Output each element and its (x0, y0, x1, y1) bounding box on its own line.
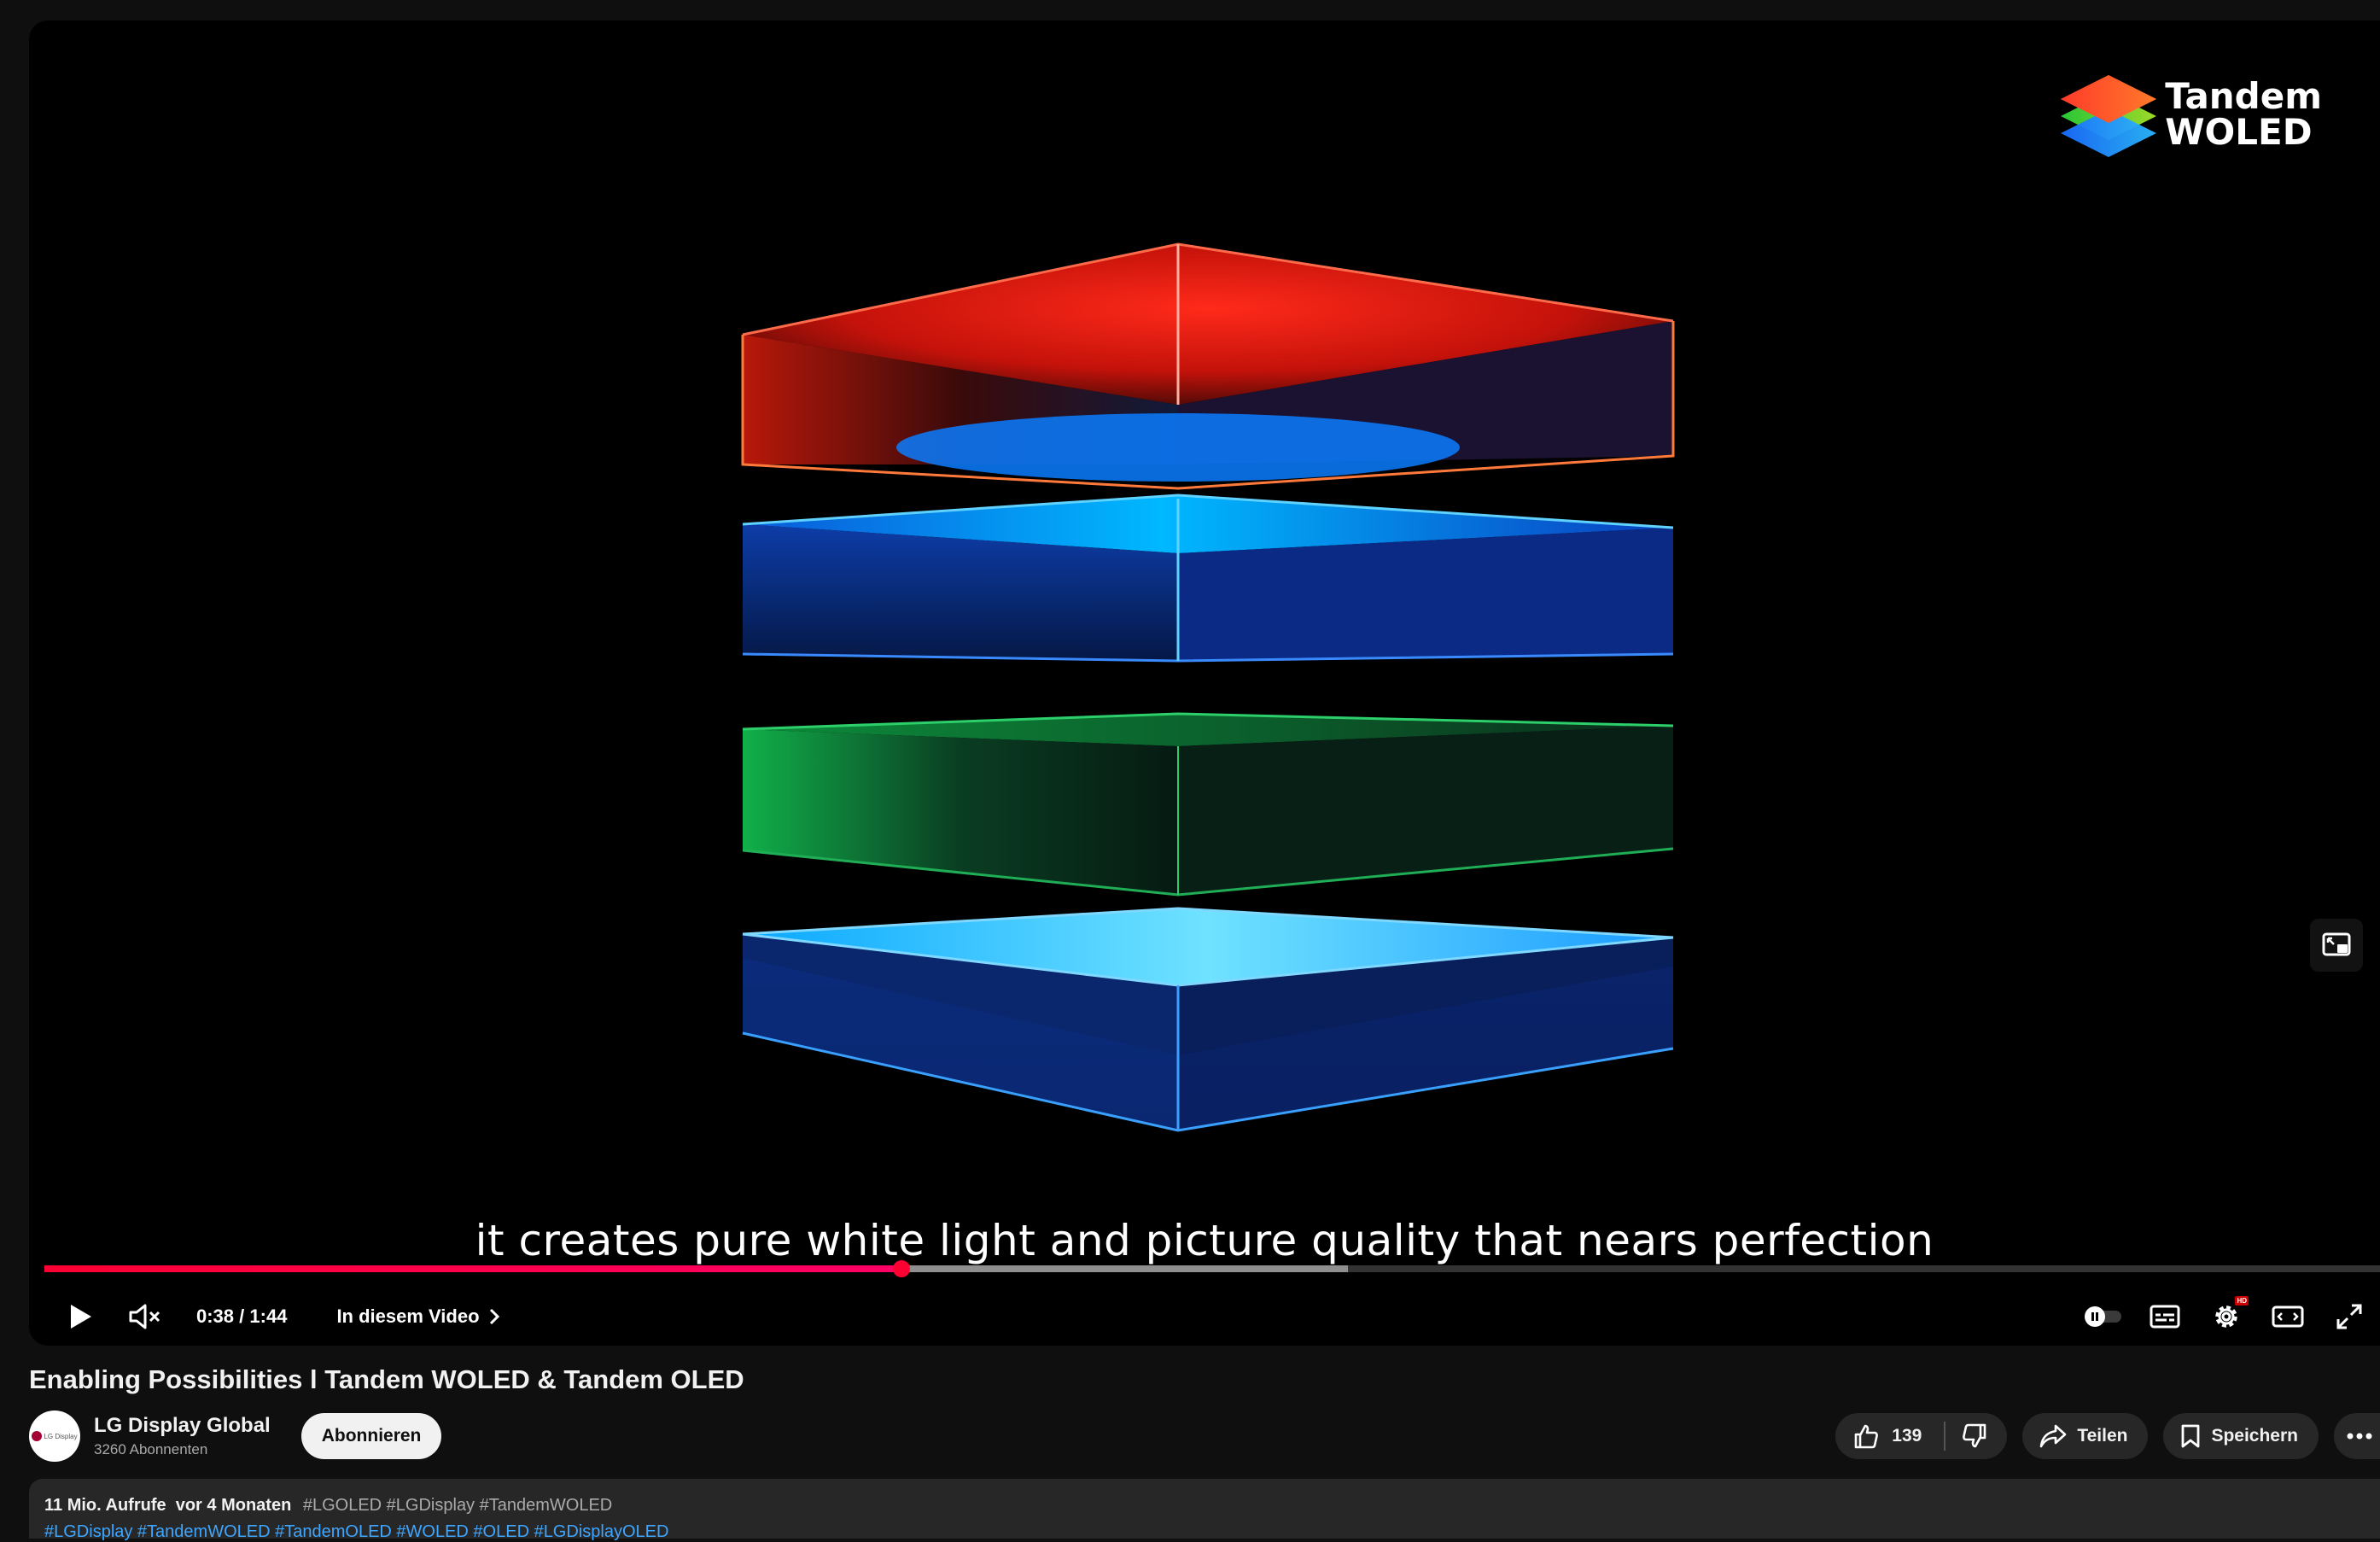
chevron-right-icon (489, 1308, 499, 1325)
settings-icon (2215, 1305, 2237, 1328)
theater-icon (2272, 1305, 2304, 1328)
more-actions-button[interactable] (2334, 1413, 2380, 1459)
hd-badge: HD (2235, 1296, 2249, 1305)
progress-scrubber[interactable] (893, 1260, 911, 1277)
channel-name[interactable]: LG Display Global (94, 1414, 271, 1438)
layer-1-red (741, 242, 1675, 490)
current-time: 0:38 (196, 1305, 235, 1327)
time-display: 0:38 / 1:44 (196, 1288, 287, 1346)
subscriber-count: 3260 Abonnenten (94, 1441, 208, 1457)
player-controls: 0:38 / 1:44 In diesem Video HD (29, 1288, 2380, 1346)
miniplayer-icon (2322, 932, 2351, 956)
fullscreen-icon (2336, 1304, 2362, 1329)
save-label: Speichern (2211, 1426, 2298, 1446)
progress-played (44, 1265, 902, 1272)
mute-icon (129, 1304, 160, 1329)
description-box[interactable]: 11 Mio. Aufrufe vor 4 Monaten #LGOLED #L… (29, 1479, 2380, 1542)
channel-info: LG Display Global 3260 Abonnenten (94, 1414, 271, 1458)
brand-overlay: Tandem WOLED (2165, 79, 2322, 150)
layer-2-blue (742, 494, 1674, 663)
subtitles-icon (2150, 1305, 2180, 1329)
thumbs-up-icon (1854, 1424, 1879, 1449)
miniplayer-button[interactable] (2310, 919, 2363, 972)
video-title: Enabling Possibilities l Tandem WOLED & … (29, 1364, 744, 1394)
subscribe-button[interactable]: Abonnieren (300, 1413, 442, 1459)
description-hashtags[interactable]: #LGOLED #LGDisplay #TandemWOLED (303, 1496, 612, 1515)
play-button[interactable] (55, 1288, 106, 1346)
theater-button[interactable] (2257, 1288, 2319, 1346)
chapters-label: In diesem Video (336, 1305, 480, 1327)
autoplay-toggle-icon (2085, 1306, 2121, 1327)
layer-3-green (742, 712, 1674, 897)
like-button[interactable]: 139 (1852, 1422, 1922, 1450)
play-icon (71, 1305, 91, 1329)
share-label: Teilen (2077, 1426, 2128, 1446)
thumbs-down-icon (1963, 1423, 1986, 1448)
avatar-text: LG Display (44, 1432, 78, 1440)
time-separator: / (234, 1305, 250, 1327)
progress-bar[interactable] (44, 1260, 2380, 1277)
description-hashtags-line-2[interactable]: #LGDisplay #TandemWOLED #TandemOLED #WOL… (44, 1522, 2380, 1542)
duration: 1:44 (249, 1305, 288, 1327)
chapters-button[interactable]: In diesem Video (336, 1288, 499, 1346)
lg-logo-icon (32, 1431, 43, 1441)
like-dislike-group: 139 (1835, 1413, 2008, 1459)
autoplay-toggle[interactable] (2073, 1288, 2134, 1346)
like-divider (1944, 1422, 1946, 1451)
views-and-date: 11 Mio. Aufrufe vor 4 Monaten (44, 1496, 292, 1515)
layer-4-cyan (742, 907, 1674, 1132)
settings-button[interactable]: HD (2196, 1288, 2257, 1346)
share-button[interactable]: Teilen (2022, 1413, 2149, 1459)
like-count: 139 (1892, 1426, 1922, 1446)
bookmark-icon (2182, 1424, 2200, 1448)
channel-avatar[interactable]: LG Display (29, 1411, 80, 1462)
video-player[interactable]: Tandem WOLED it creates pure white light… (29, 20, 2380, 1346)
owner-row: LG Display LG Display Global 3260 Abonne… (29, 1409, 2380, 1463)
tandem-woled-logo-icon (2061, 75, 2156, 157)
dislike-button[interactable] (1961, 1422, 1988, 1450)
fullscreen-button[interactable] (2319, 1288, 2380, 1346)
more-horizontal-icon (2347, 1433, 2372, 1440)
brand-text: Tandem WOLED (2165, 79, 2322, 150)
brand-line-2: WOLED (2165, 111, 2313, 153)
save-button[interactable]: Speichern (2163, 1413, 2319, 1459)
subtitles-button[interactable] (2134, 1288, 2196, 1346)
video-frame (741, 75, 2156, 1132)
mute-button[interactable] (120, 1288, 171, 1346)
brand-line-1: Tandem (2165, 75, 2322, 117)
subtitle-caption: it creates pure white light and picture … (475, 1216, 1934, 1265)
share-icon (2040, 1424, 2067, 1448)
